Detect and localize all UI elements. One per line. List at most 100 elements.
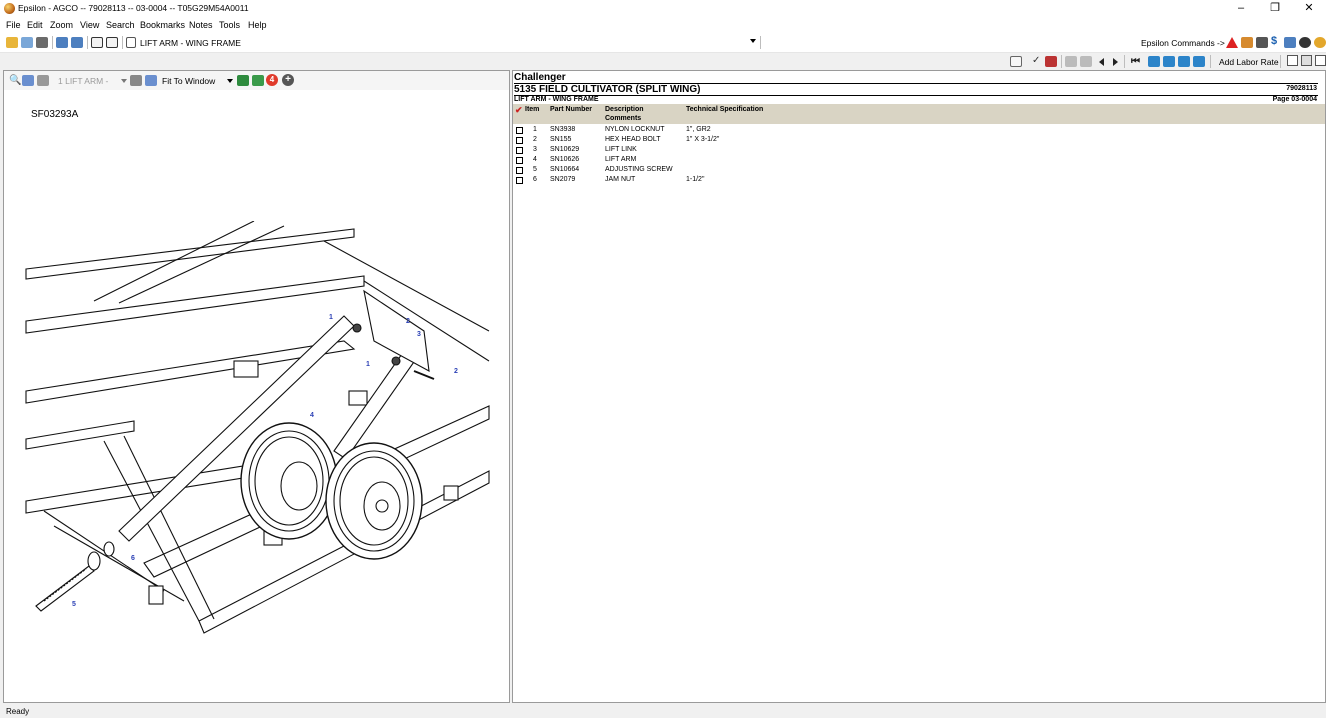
menu-help[interactable]: Help (248, 20, 267, 30)
hotspot-icon[interactable] (130, 75, 142, 86)
parts-illustration[interactable]: 1 2 3 1 2 4 6 5 (24, 221, 494, 641)
page-icon (126, 37, 136, 48)
callout-2-lower[interactable]: 2 (454, 368, 458, 375)
table-row[interactable]: 3 SN10629 LIFT LINK (513, 145, 1313, 155)
pane-restore-icon[interactable] (1301, 55, 1312, 66)
column-item[interactable]: Item (525, 106, 539, 113)
row-part-number[interactable]: SN10626 (550, 156, 579, 163)
page-view-icon[interactable] (91, 37, 103, 48)
zoom-icon[interactable]: 🔍 (9, 75, 21, 86)
add-icon[interactable]: + (282, 74, 294, 86)
fit-window-icon[interactable] (145, 75, 157, 86)
table-row[interactable]: 5 SN10664 ADJUSTING SCREW (513, 165, 1313, 175)
up-level-icon[interactable] (1148, 56, 1160, 67)
row-checkbox[interactable] (516, 137, 523, 144)
path-dropdown-arrow-icon[interactable] (750, 39, 756, 43)
callout-1-top[interactable]: 1 (329, 314, 333, 321)
table-row[interactable]: 2 SN155 HEX HEAD BOLT 1" X 3-1/2" (513, 135, 1313, 145)
menu-edit[interactable]: Edit (27, 20, 43, 30)
fit-dropdown-arrow-icon[interactable] (227, 79, 233, 83)
edit-note-icon[interactable] (1010, 56, 1022, 67)
table-row[interactable]: 6 SN2079 JAM NUT 1-1/2" (513, 175, 1313, 185)
parts-list-add-icon[interactable] (71, 37, 83, 48)
forward-arrow-icon[interactable] (1178, 56, 1190, 67)
row-checkbox[interactable] (516, 167, 523, 174)
rotate-icon[interactable] (237, 75, 249, 86)
open-folder-icon[interactable] (6, 37, 18, 48)
callout-dropdown-arrow-icon[interactable] (121, 79, 127, 83)
menu-search[interactable]: Search (106, 20, 135, 30)
table-row[interactable]: 1 SN3938 NYLON LOCKNUT 1", GR2 (513, 125, 1313, 135)
price-icon[interactable]: $ (1271, 35, 1283, 47)
row-checkbox[interactable] (516, 157, 523, 164)
add-labor-rate-button[interactable]: Add Labor Rate (1219, 57, 1279, 67)
column-description[interactable]: Description (605, 106, 644, 113)
history-back-icon[interactable] (1065, 56, 1077, 67)
menu-file[interactable]: File (6, 20, 21, 30)
figure-id: SF03293A (31, 109, 79, 120)
menu-bookmarks[interactable]: Bookmarks (140, 20, 185, 30)
close-button[interactable]: ✕ (1292, 0, 1326, 17)
fit-to-window-select[interactable]: Fit To Window (162, 76, 215, 86)
hierarchy-icon[interactable] (1256, 37, 1268, 48)
callout-1-lower[interactable]: 1 (366, 361, 370, 368)
callout-5[interactable]: 5 (72, 601, 76, 608)
row-part-number[interactable]: SN155 (550, 136, 571, 143)
parts-list-icon[interactable] (56, 37, 68, 48)
menu-notes[interactable]: Notes (189, 20, 213, 30)
checkmark-icon[interactable]: ✓ (1032, 55, 1040, 66)
menu-view[interactable]: View (80, 20, 99, 30)
row-checkbox[interactable] (516, 177, 523, 184)
pane-maximize-icon[interactable] (1315, 55, 1326, 66)
callout-select-icon[interactable] (37, 75, 49, 86)
menu-zoom[interactable]: Zoom (50, 20, 73, 30)
restore-button[interactable]: ❐ (1258, 0, 1292, 17)
column-comments[interactable]: Comments (605, 115, 641, 122)
row-part-number[interactable]: SN3938 (550, 126, 575, 133)
history-forward-icon[interactable] (1080, 56, 1092, 67)
last-arrow-icon[interactable] (1193, 56, 1205, 67)
document-number: 79028113 (1286, 85, 1317, 92)
next-arrow-icon[interactable] (1113, 58, 1118, 66)
row-spec: 1-1/2" (686, 176, 705, 183)
notes-icon[interactable] (1241, 37, 1253, 48)
flag-icon[interactable] (1045, 56, 1057, 67)
column-technical-specification[interactable]: Technical Specification (686, 106, 763, 113)
parts-cart-icon[interactable] (1284, 37, 1296, 48)
column-part-number[interactable]: Part Number (550, 106, 592, 113)
callout-3[interactable]: 3 (417, 331, 421, 338)
split-view-icon[interactable] (106, 37, 118, 48)
column-header-band: ✔ Item Part Number Description Comments … (513, 104, 1325, 124)
pan-icon[interactable] (252, 75, 264, 86)
illustration-pane: 🔍 1 LIFT ARM - Fit To Window 4 + SF03293… (3, 70, 510, 703)
warning-icon[interactable] (1226, 37, 1238, 48)
user-icon[interactable] (1314, 37, 1326, 48)
callout-4[interactable]: 4 (310, 412, 314, 419)
menu-tools[interactable]: Tools (219, 20, 240, 30)
navigation-toolbar: ✓ ⏮ Add Labor Rate (0, 53, 1326, 70)
minimize-button[interactable]: – (1224, 0, 1258, 17)
document-icon[interactable] (21, 37, 33, 48)
row-spec: 1", GR2 (686, 126, 711, 133)
info-icon[interactable] (1299, 37, 1311, 48)
back-arrow-icon[interactable] (1163, 56, 1175, 67)
callout-2-top[interactable]: 2 (406, 318, 410, 325)
row-part-number[interactable]: SN10664 (550, 166, 579, 173)
row-part-number[interactable]: SN2079 (550, 176, 575, 183)
row-description: LIFT ARM (605, 156, 637, 163)
callout-list-icon[interactable] (22, 75, 34, 86)
select-all-check-icon[interactable]: ✔ (515, 105, 523, 116)
pane-minimize-icon[interactable] (1287, 55, 1298, 66)
callout-6[interactable]: 6 (131, 555, 135, 562)
print-icon[interactable] (36, 37, 48, 48)
previous-arrow-icon[interactable] (1099, 58, 1104, 66)
window-title: Epsilon - AGCO -- 79028113 -- 03-0004 --… (18, 3, 249, 13)
illustration-toolbar: 🔍 1 LIFT ARM - Fit To Window 4 + (4, 71, 509, 90)
first-page-icon[interactable]: ⏮ (1131, 56, 1140, 67)
callout-select[interactable]: 1 LIFT ARM - (58, 76, 108, 86)
row-checkbox[interactable] (516, 147, 523, 154)
notification-badge[interactable]: 4 (266, 74, 278, 86)
table-row[interactable]: 4 SN10626 LIFT ARM (513, 155, 1313, 165)
row-part-number[interactable]: SN10629 (550, 146, 579, 153)
row-checkbox[interactable] (516, 127, 523, 134)
